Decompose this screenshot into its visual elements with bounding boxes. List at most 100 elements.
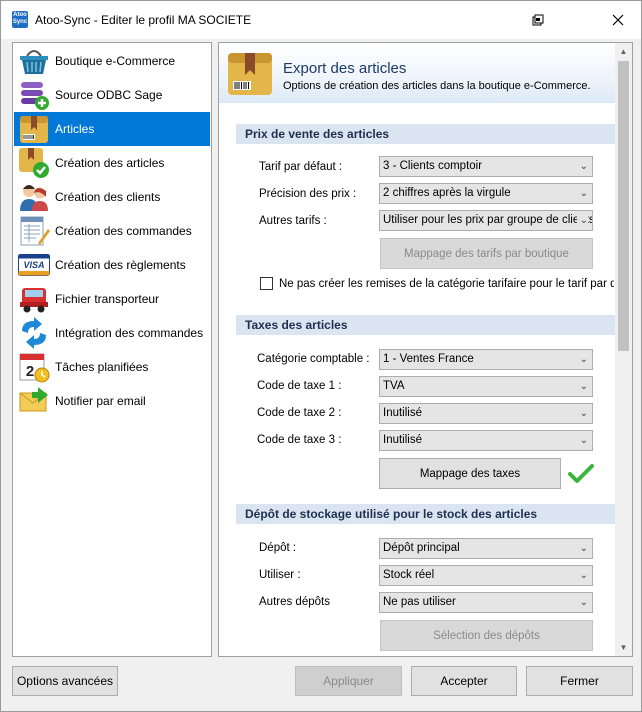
options-avancees-button[interactable]: Options avancées	[12, 666, 118, 696]
sidebar-item-creation-reglements[interactable]: VISA Création des règlements	[14, 248, 210, 282]
autres-tarifs-select[interactable]: Utiliser pour les prix par groupe de cli…	[379, 210, 593, 231]
truck-icon	[17, 282, 51, 316]
code3-select[interactable]: Inutilisé ⌄	[379, 430, 593, 451]
apply-button[interactable]: Appliquer	[295, 666, 402, 696]
sidebar-item-label: Création des règlements	[55, 258, 186, 272]
sidebar: Boutique e-Commerce Source ODBC Sage Art…	[12, 42, 212, 657]
chevron-down-icon: ⌄	[579, 435, 588, 446]
box-check-icon	[17, 146, 51, 180]
tarif-value: 3 - Clients comptoir	[383, 160, 483, 172]
check-icon	[568, 464, 594, 484]
sidebar-item-label: Intégration des commandes	[55, 326, 204, 340]
chevron-down-icon: ⌄	[579, 570, 588, 581]
sidebar-item-label: Articles	[55, 122, 95, 136]
precision-label: Précision des prix :	[259, 188, 357, 200]
sidebar-item-label: Notifier par email	[55, 394, 146, 408]
tarif-label: Tarif par défaut :	[259, 161, 343, 173]
sidebar-item-source-odbc[interactable]: Source ODBC Sage	[14, 78, 210, 112]
sidebar-item-label: Fichier transporteur	[55, 292, 160, 306]
visa-card-icon: VISA	[17, 248, 51, 282]
autres-depots-value: Ne pas utiliser	[383, 596, 456, 608]
autres-depots-select[interactable]: Ne pas utiliser ⌄	[379, 592, 593, 613]
code1-value: TVA	[383, 380, 405, 392]
users-icon	[17, 180, 51, 214]
precision-value: 2 chiffres après la virgule	[383, 187, 511, 199]
code3-value: Inutilisé	[383, 434, 422, 446]
restore-icon[interactable]	[515, 1, 561, 39]
section-taxes: Taxes des articles	[236, 315, 615, 335]
no-remises-label: Ne pas créer les remises de la catégorie…	[279, 278, 614, 290]
autres-tarifs-value: Utiliser pour les prix par groupe de cli…	[383, 214, 593, 226]
depot-select[interactable]: Dépôt principal ⌄	[379, 538, 593, 559]
svg-text:2: 2	[26, 363, 34, 380]
scrollbar-thumb[interactable]	[618, 61, 629, 351]
chevron-down-icon: ⌄	[579, 543, 588, 554]
sidebar-item-notifier-email[interactable]: Notifier par email	[14, 384, 210, 418]
mapping-tarifs-button[interactable]: Mappage des tarifs par boutique	[380, 238, 593, 269]
title-bar: Atoo Sync Atoo-Sync - Editer le profil M…	[1, 1, 641, 39]
depot-value: Dépôt principal	[383, 542, 460, 554]
selection-depots-button[interactable]: Sélection des dépôts	[380, 620, 593, 651]
page-title: Export des articles	[283, 60, 407, 77]
utiliser-select[interactable]: Stock réel ⌄	[379, 565, 593, 586]
calendar-clock-icon: 2	[17, 350, 51, 384]
autres-depots-label: Autres dépôts	[259, 596, 330, 608]
section-depot: Dépôt de stockage utilisé pour le stock …	[236, 504, 615, 524]
chevron-down-icon: ⌄	[579, 597, 588, 608]
code2-label: Code de taxe 2 :	[257, 407, 342, 419]
categorie-label: Catégorie comptable :	[257, 353, 370, 365]
window-title: Atoo-Sync - Editer le profil MA SOCIETE	[35, 13, 252, 27]
sidebar-item-boutique[interactable]: Boutique e-Commerce	[14, 44, 210, 78]
chevron-down-icon: ⌄	[579, 161, 588, 172]
categorie-select[interactable]: 1 - Ventes France ⌄	[379, 349, 593, 370]
depot-label: Dépôt :	[259, 542, 297, 554]
panel-header: Export des articles Options de création …	[219, 43, 615, 103]
categorie-value: 1 - Ventes France	[383, 353, 474, 365]
sidebar-item-fichier-transporteur[interactable]: Fichier transporteur	[14, 282, 210, 316]
sidebar-item-label: Boutique e-Commerce	[55, 54, 176, 68]
svg-text:VISA: VISA	[23, 260, 44, 270]
section-prix: Prix de vente des articles	[236, 124, 615, 144]
close-icon[interactable]	[595, 1, 641, 39]
chevron-down-icon: ⌄	[576, 211, 588, 230]
main-panel: Export des articles Options de création …	[218, 42, 633, 657]
utiliser-label: Utiliser :	[259, 569, 301, 581]
basket-icon	[17, 44, 51, 78]
chevron-down-icon: ⌄	[579, 408, 588, 419]
sidebar-item-label: Création des commandes	[55, 224, 192, 238]
box-icon	[17, 112, 51, 146]
page-subtitle: Options de création des articles dans la…	[283, 80, 591, 92]
code2-value: Inutilisé	[383, 407, 422, 419]
sidebar-item-creation-articles[interactable]: Création des articles	[14, 146, 210, 180]
sync-arrows-icon	[17, 316, 51, 350]
sidebar-item-label: Création des clients	[55, 190, 161, 204]
mapping-taxes-button[interactable]: Mappage des taxes	[379, 458, 561, 489]
atoo-sync-logo-icon: Atoo Sync	[12, 11, 28, 28]
close-button[interactable]: Fermer	[526, 666, 633, 696]
no-remises-checkbox[interactable]	[260, 277, 273, 290]
precision-select[interactable]: 2 chiffres après la virgule ⌄	[379, 183, 593, 204]
accept-button[interactable]: Accepter	[411, 666, 517, 696]
email-icon	[17, 384, 51, 418]
sidebar-item-creation-commandes[interactable]: Création des commandes	[14, 214, 210, 248]
chevron-down-icon: ⌄	[579, 354, 588, 365]
sidebar-item-label: Source ODBC Sage	[55, 88, 163, 102]
autres-tarifs-label: Autres tarifs :	[259, 215, 327, 227]
scroll-down-icon[interactable]: ▼	[615, 639, 632, 656]
code3-label: Code de taxe 3 :	[257, 434, 342, 446]
sidebar-item-integration-commandes[interactable]: Intégration des commandes	[14, 316, 210, 350]
code1-select[interactable]: TVA ⌄	[379, 376, 593, 397]
vertical-scrollbar[interactable]: ▲ ▼	[615, 43, 632, 656]
scroll-up-icon[interactable]: ▲	[615, 43, 632, 60]
sidebar-item-label: Tâches planifiées	[55, 360, 149, 374]
code1-label: Code de taxe 1 :	[257, 380, 342, 392]
tarif-select[interactable]: 3 - Clients comptoir ⌄	[379, 156, 593, 177]
order-form-icon	[17, 214, 51, 248]
sidebar-item-articles[interactable]: Articles	[14, 112, 210, 146]
sidebar-item-label: Création des articles	[55, 156, 165, 170]
chevron-down-icon: ⌄	[579, 381, 588, 392]
sidebar-item-taches-planifiees[interactable]: 2 Tâches planifiées	[14, 350, 210, 384]
code2-select[interactable]: Inutilisé ⌄	[379, 403, 593, 424]
window: Atoo Sync Atoo-Sync - Editer le profil M…	[0, 0, 642, 712]
sidebar-item-creation-clients[interactable]: Création des clients	[14, 180, 210, 214]
